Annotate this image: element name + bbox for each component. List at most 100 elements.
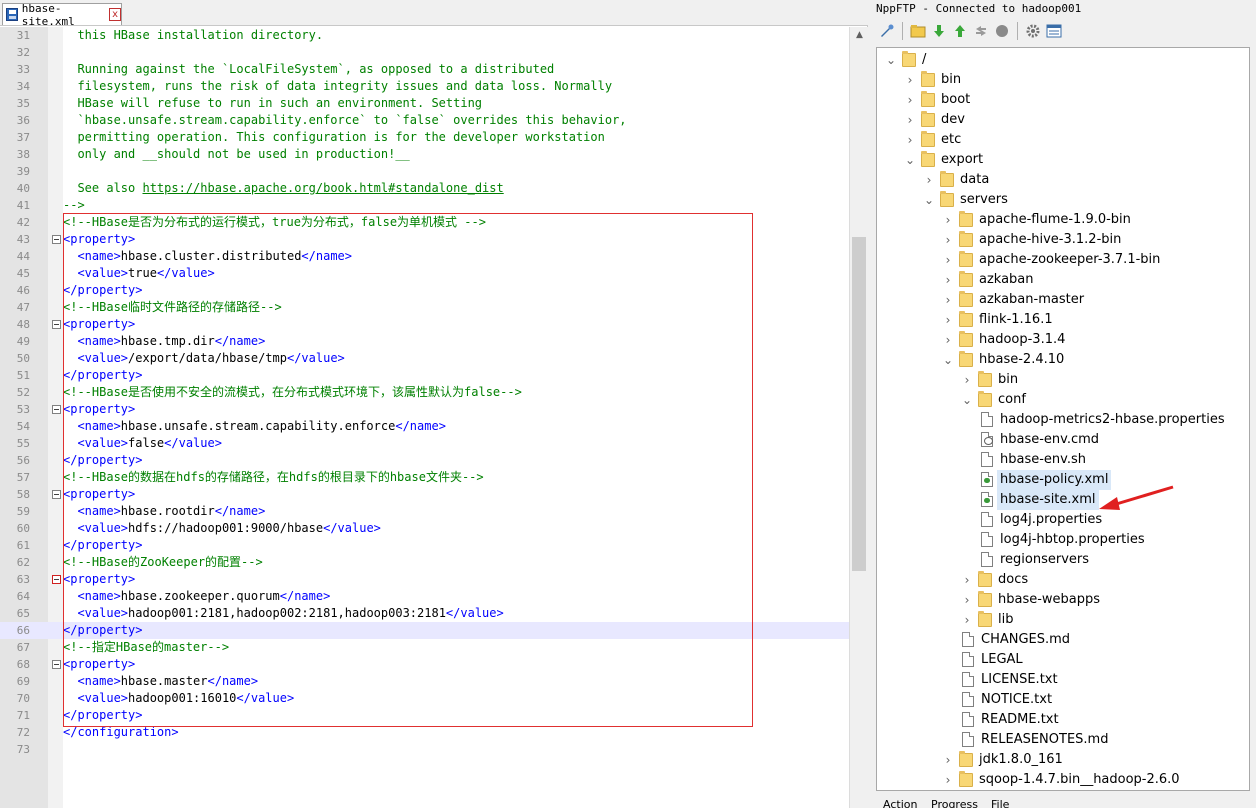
collapse-chevron-icon[interactable]: ⌄ [942,350,954,370]
code-line[interactable]: 60 <value>hdfs://hadoop001:9000/hbase</v… [0,520,849,537]
fold-toggle-icon[interactable] [52,320,61,329]
tree-folder[interactable]: › etc [877,130,1249,150]
tree-folder[interactable]: › azkaban [877,270,1249,290]
tree-file[interactable]: LEGAL [877,650,1249,670]
message-window-icon[interactable] [1045,22,1063,40]
code-line[interactable]: 36 `hbase.unsafe.stream.capability.enfor… [0,112,849,129]
code-line[interactable]: 54 <name>hbase.unsafe.stream.capability.… [0,418,849,435]
code-line[interactable]: 68 <property> [0,656,849,673]
code-line[interactable]: 38 only and __should not be used in prod… [0,146,849,163]
expand-chevron-icon[interactable]: › [904,70,916,90]
tree-file[interactable]: LICENSE.txt [877,670,1249,690]
doc-link[interactable]: https://hbase.apache.org/book.html#stand… [142,181,503,195]
expand-chevron-icon[interactable]: › [961,570,973,590]
fold-toggle-icon[interactable] [52,660,61,669]
tree-folder[interactable]: › apache-flume-1.9.0-bin [877,210,1249,230]
tree-folder[interactable]: › boot [877,90,1249,110]
fold-toggle-icon[interactable] [52,490,61,499]
code-line[interactable]: 69 <name>hbase.master</name> [0,673,849,690]
code-line[interactable]: 61 </property> [0,537,849,554]
connect-icon[interactable] [878,22,896,40]
tree-folder[interactable]: › lib [877,610,1249,630]
code-line[interactable]: 34 filesystem, runs the risk of data int… [0,78,849,95]
tree-folder[interactable]: ⌄ hbase-2.4.10 [877,350,1249,370]
code-line[interactable]: 40 See also https://hbase.apache.org/boo… [0,180,849,197]
tree-file[interactable]: RELEASENOTES.md [877,730,1249,750]
code-line[interactable]: 51 </property> [0,367,849,384]
scroll-up-icon[interactable]: ▲ [850,27,869,44]
tree-folder[interactable]: › dev [877,110,1249,130]
code-line[interactable]: 47 <!--HBase临时文件路径的存储路径--> [0,299,849,316]
code-line[interactable]: 37 permitting operation. This configurat… [0,129,849,146]
upload-icon[interactable] [951,22,969,40]
fold-toggle-icon[interactable] [52,235,61,244]
expand-chevron-icon[interactable]: › [942,310,954,330]
refresh-icon[interactable] [972,22,990,40]
remote-file-tree[interactable]: ⌄ / › bin › boot › dev › etc ⌄ export › data ⌄ servers ›… [876,47,1250,791]
collapse-chevron-icon[interactable]: ⌄ [961,390,973,410]
code-line[interactable]: 35 HBase will refuse to run in such an e… [0,95,849,112]
tree-file[interactable]: regionservers [877,550,1249,570]
code-line[interactable]: 73 [0,741,849,758]
expand-chevron-icon[interactable]: › [904,130,916,150]
expand-chevron-icon[interactable]: › [904,110,916,130]
code-line[interactable]: 63 <property> [0,571,849,588]
code-line[interactable]: 31 this HBase installation directory. [0,27,849,44]
tree-file[interactable]: hbase-env.sh [877,450,1249,470]
code-line[interactable]: 58 <property> [0,486,849,503]
bottom-tab-progress[interactable]: Progress [931,798,978,808]
expand-chevron-icon[interactable]: › [942,250,954,270]
code-line[interactable]: 59 <name>hbase.rootdir</name> [0,503,849,520]
expand-chevron-icon[interactable]: › [942,270,954,290]
code-line[interactable]: 46 </property> [0,282,849,299]
folder-open-icon[interactable] [909,22,927,40]
code-line[interactable]: 64 <name>hbase.zookeeper.quorum</name> [0,588,849,605]
code-line[interactable]: 65 <value>hadoop001:2181,hadoop002:2181,… [0,605,849,622]
tree-folder[interactable]: › docs [877,570,1249,590]
tree-file[interactable]: log4j-hbtop.properties [877,530,1249,550]
tree-folder[interactable]: › hbase-webapps [877,590,1249,610]
expand-chevron-icon[interactable]: › [942,210,954,230]
expand-chevron-icon[interactable]: › [904,90,916,110]
code-line[interactable]: 33 Running against the `LocalFileSystem`… [0,61,849,78]
code-line[interactable]: 66 </property> [0,622,849,639]
tree-folder[interactable]: › azkaban-master [877,290,1249,310]
tree-folder[interactable]: ⌄ / [877,50,1249,70]
abort-icon[interactable] [993,22,1011,40]
tree-folder[interactable]: › bin [877,70,1249,90]
scroll-thumb[interactable] [852,237,866,571]
tree-file[interactable]: hbase-env.cmd [877,430,1249,450]
download-icon[interactable] [930,22,948,40]
tree-folder[interactable]: ⌄ conf [877,390,1249,410]
vertical-scrollbar[interactable]: ▲ [849,27,868,808]
tree-file[interactable]: README.txt [877,710,1249,730]
tree-file[interactable]: CHANGES.md [877,630,1249,650]
code-line[interactable]: 41 --> [0,197,849,214]
code-line[interactable]: 44 <name>hbase.cluster.distributed</name… [0,248,849,265]
tree-folder[interactable]: › flink-1.16.1 [877,310,1249,330]
expand-chevron-icon[interactable]: › [961,610,973,630]
code-line[interactable]: 72 </configuration> [0,724,849,741]
collapse-chevron-icon[interactable]: ⌄ [904,150,916,170]
code-line[interactable]: 57 <!--HBase的数据在hdfs的存储路径，在hdfs的根目录下的hbas… [0,469,849,486]
expand-chevron-icon[interactable]: › [923,170,935,190]
tree-folder[interactable]: › apache-zookeeper-3.7.1-bin [877,250,1249,270]
expand-chevron-icon[interactable]: › [942,750,954,770]
tree-folder[interactable]: › bin [877,370,1249,390]
editor-pane[interactable]: hbase-site.xml x 31 this HBase installat… [0,0,868,808]
expand-chevron-icon[interactable]: › [961,590,973,610]
tree-folder[interactable]: › sqoop-1.4.7.bin__hadoop-2.6.0 [877,770,1249,790]
tree-file[interactable]: hbase-site.xml [877,490,1249,510]
code-line[interactable]: 45 <value>true</value> [0,265,849,282]
bottom-tab-action[interactable]: Action [883,798,917,808]
tree-folder[interactable]: › data [877,170,1249,190]
code-line[interactable]: 55 <value>false</value> [0,435,849,452]
expand-chevron-icon[interactable]: › [961,370,973,390]
code-line[interactable]: 52 <!--HBase是否使用不安全的流模式，在分布式模式环境下，该属性默认为f… [0,384,849,401]
collapse-chevron-icon[interactable]: ⌄ [923,190,935,210]
file-tab-hbase-site[interactable]: hbase-site.xml x [2,2,122,28]
tree-file[interactable]: hadoop-metrics2-hbase.properties [877,410,1249,430]
tree-file[interactable]: NOTICE.txt [877,690,1249,710]
expand-chevron-icon[interactable]: › [942,330,954,350]
fold-toggle-icon[interactable] [52,405,61,414]
